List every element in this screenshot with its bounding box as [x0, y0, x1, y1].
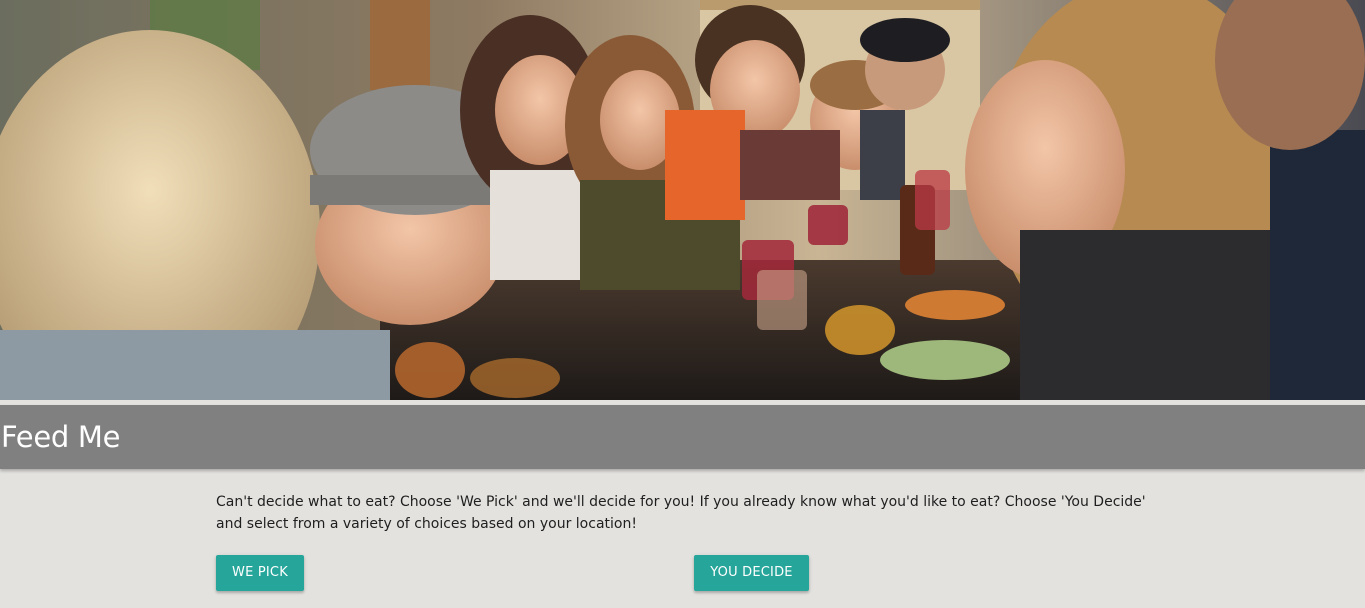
group-dining-photo	[0, 0, 1365, 400]
you-decide-button[interactable]: You Decide	[694, 555, 809, 591]
navbar: Feed Me	[0, 405, 1365, 469]
brand-logo[interactable]: Feed Me	[1, 419, 120, 455]
intro-text: Can't decide what to eat? Choose 'We Pic…	[216, 494, 1146, 532]
hero-banner	[0, 0, 1365, 400]
we-pick-button[interactable]: We Pick	[216, 555, 304, 591]
